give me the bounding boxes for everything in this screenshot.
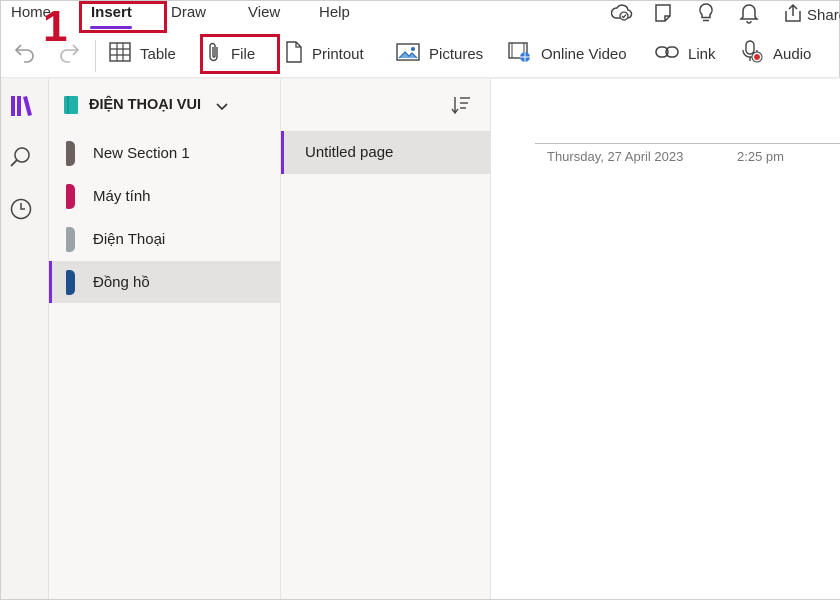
bell-icon[interactable] (739, 2, 759, 29)
sync-icon[interactable] (610, 3, 633, 28)
section-color-tab (66, 141, 75, 166)
section-item[interactable]: Điện Thoại (49, 218, 280, 260)
sections-panel: ĐIỆN THOẠI VUI New Section 1 Máy tính Đi… (49, 79, 281, 599)
tab-draw[interactable]: Draw (171, 4, 206, 21)
audio-button[interactable]: Audio (742, 39, 811, 69)
online-video-button[interactable]: Online Video (508, 39, 627, 69)
app-window: Home Insert Draw View Help Share (0, 0, 840, 600)
link-icon (655, 44, 679, 64)
table-label: Table (140, 45, 176, 63)
annotation-step-1: 1 (43, 2, 68, 51)
share-label: Share (807, 6, 840, 24)
tab-view[interactable]: View (248, 4, 280, 21)
undo-icon[interactable] (13, 41, 37, 68)
online-video-label: Online Video (541, 45, 627, 63)
section-label: Máy tính (93, 188, 151, 205)
page-date: Thursday, 27 April 2023 (547, 149, 684, 164)
annotation-box-file (200, 34, 280, 74)
online-video-icon (508, 41, 532, 67)
section-item-selected[interactable]: Đồng hồ (49, 261, 280, 303)
chevron-down-icon[interactable] (216, 98, 228, 116)
audio-icon (742, 40, 764, 68)
notebook-title: ĐIỆN THOẠI VUI (89, 97, 201, 113)
toolbar-separator (95, 40, 96, 72)
navigation-rail (1, 79, 49, 599)
page-label: Untitled page (305, 144, 394, 161)
section-color-tab (66, 270, 75, 295)
link-label: Link (688, 45, 716, 63)
pictures-label: Pictures (429, 45, 484, 63)
page-item-selected[interactable]: Untitled page (281, 131, 490, 174)
share-button[interactable]: Share (783, 3, 840, 27)
pictures-button[interactable]: Pictures (396, 39, 483, 69)
audio-label: Audio (773, 45, 812, 63)
section-label: Điện Thoại (93, 231, 166, 248)
section-label: Đồng hồ (93, 274, 150, 291)
search-icon[interactable] (10, 146, 32, 173)
link-button[interactable]: Link (655, 39, 716, 69)
library-icon[interactable] (10, 95, 34, 122)
pages-panel: Untitled page (281, 79, 491, 599)
printout-label: Printout (312, 45, 364, 63)
table-button[interactable]: Table (109, 39, 176, 69)
printout-icon (285, 41, 303, 67)
section-item[interactable]: New Section 1 (49, 132, 280, 174)
annotation-box-insert (79, 1, 167, 33)
pages-icon[interactable] (653, 3, 673, 28)
section-label: New Section 1 (93, 145, 190, 162)
section-item[interactable]: Máy tính (49, 175, 280, 217)
share-icon (783, 3, 803, 27)
lightbulb-icon[interactable] (697, 2, 715, 29)
tab-help[interactable]: Help (319, 4, 350, 21)
printout-button[interactable]: Printout (285, 39, 364, 69)
page-title-line[interactable] (535, 143, 840, 144)
note-canvas[interactable]: Thursday, 27 April 2023 2:25 pm (491, 79, 840, 599)
section-color-tab (66, 227, 75, 252)
table-icon (109, 42, 131, 66)
section-color-tab (66, 184, 75, 209)
page-time: 2:25 pm (737, 149, 784, 164)
notebook-header[interactable]: ĐIỆN THOẠI VUI (49, 79, 280, 131)
pictures-icon (396, 42, 420, 66)
notebook-icon (63, 95, 79, 120)
sort-icon[interactable] (451, 95, 471, 120)
insert-toolbar: Table File Printout Pictures Online Vide (1, 31, 840, 77)
clock-icon[interactable] (10, 198, 32, 225)
